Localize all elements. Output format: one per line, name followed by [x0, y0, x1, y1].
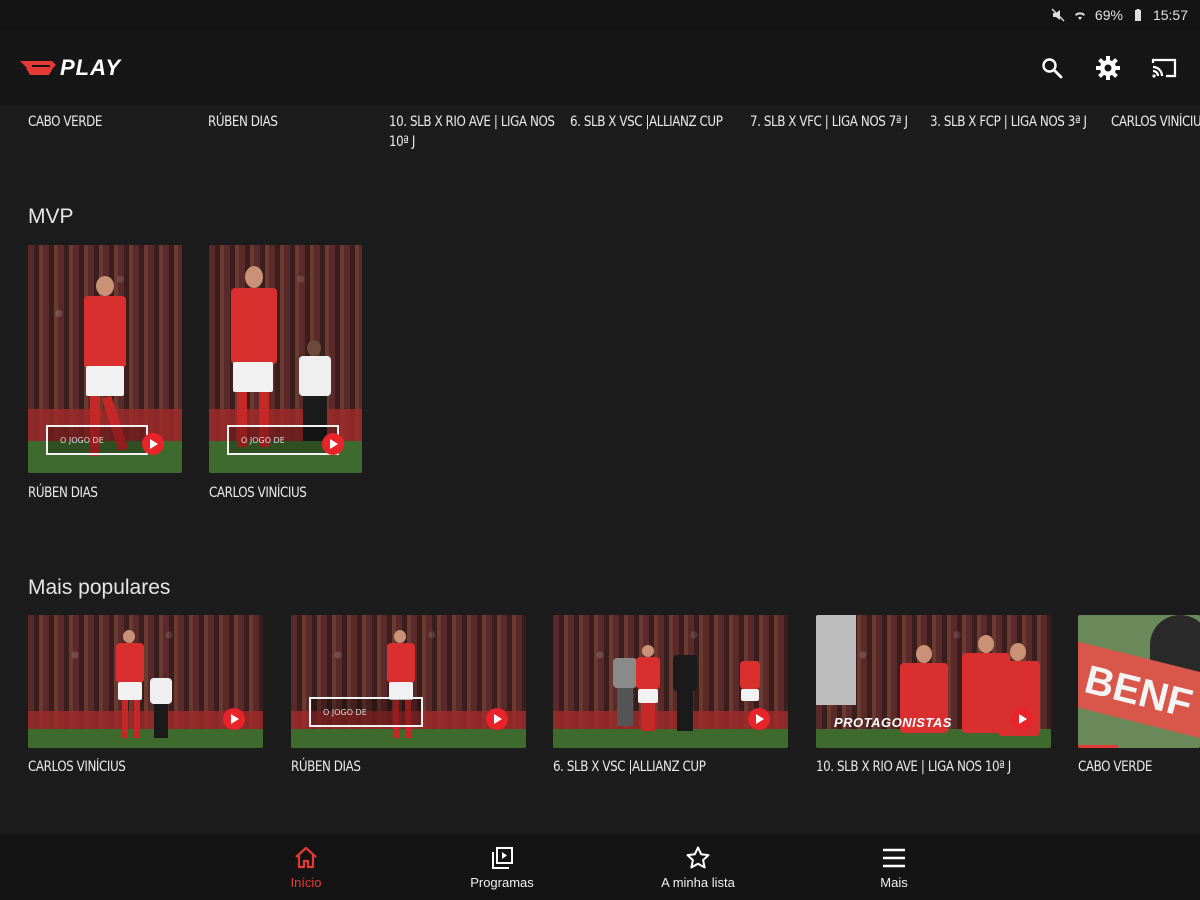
card-title: CARLOS VINÍCIUS: [209, 485, 307, 501]
card-title: RÚBEN DIAS: [291, 759, 361, 775]
mvp-card[interactable]: O JOGO DE CARLOS VINÍCIUS: [209, 245, 362, 501]
cast-icon: [1151, 58, 1177, 78]
play-icon: [1011, 708, 1033, 730]
carousel-item[interactable]: RÚBEN DIAS: [208, 112, 378, 132]
mute-icon: [1051, 8, 1065, 22]
play-icon: [142, 433, 164, 455]
game-tag: O JOGO DE: [309, 697, 423, 727]
settings-button[interactable]: [1092, 52, 1124, 84]
battery-percent: 69%: [1094, 7, 1123, 23]
item-title: RÚBEN DIAS: [208, 114, 278, 130]
play-icon: [486, 708, 508, 730]
home-icon: [295, 846, 317, 868]
popular-card[interactable]: O JOGO DE RÚBEN DIAS: [291, 615, 526, 775]
nav-my-list[interactable]: A minha lista: [600, 834, 796, 900]
carousel-item[interactable]: CARLOS VINÍCIUS: [1111, 112, 1200, 132]
watch-progress: [1078, 745, 1118, 748]
search-icon: [1042, 58, 1063, 79]
popular-card[interactable]: CARLOS VINÍCIUS: [28, 615, 263, 775]
search-button[interactable]: [1036, 52, 1068, 84]
card-title: 6. SLB X VSC |ALLIANZ CUP: [553, 759, 706, 775]
wifi-icon: [1074, 12, 1085, 20]
battery-icon: [1134, 9, 1141, 21]
card-title: 10. SLB X RIO AVE | LIGA NOS 10ª J: [816, 759, 1011, 775]
nav-label: A minha lista: [661, 874, 735, 890]
card-title: RÚBEN DIAS: [28, 485, 98, 501]
status-bar: 69% 15:57: [0, 0, 1200, 30]
video-thumbnail: BENF: [1078, 615, 1200, 748]
video-thumbnail: O JOGO DE: [28, 245, 182, 473]
programs-icon: [492, 846, 513, 869]
carousel-item[interactable]: CABO VERDE: [28, 112, 198, 132]
nav-label: Início: [290, 874, 322, 890]
clock: 15:57: [1152, 7, 1188, 23]
menu-icon: [883, 848, 905, 867]
nav-home[interactable]: Início: [208, 834, 404, 900]
item-title: CABO VERDE: [28, 114, 102, 130]
item-title: CARLOS VINÍCIUS: [1111, 114, 1200, 130]
settings-gear-icon: [1096, 56, 1120, 80]
video-thumbnail: [28, 615, 263, 748]
bottom-navigation: Início Programas A minha lista Mais: [0, 834, 1200, 900]
carousel-item[interactable]: 10. SLB X RIO AVE | LIGA NOS 10ª J: [389, 112, 559, 152]
popular-card[interactable]: PROTAGONISTAS 10. SLB X RIO AVE | LIGA N…: [816, 615, 1051, 775]
play-icon: [748, 708, 770, 730]
nav-more[interactable]: Mais: [796, 834, 992, 900]
item-title: 7. SLB X VFC | LIGA NOS 7ª J: [750, 114, 908, 130]
item-title: 3. SLB X FCP | LIGA NOS 3ª J: [930, 114, 1087, 130]
protagonistas-overlay: PROTAGONISTAS: [834, 715, 952, 730]
star-icon: [686, 846, 710, 868]
game-tag: O JOGO DE: [46, 425, 148, 455]
nav-programs[interactable]: Programas: [404, 834, 600, 900]
video-thumbnail: PROTAGONISTAS: [816, 615, 1051, 748]
nav-label: Programas: [470, 874, 534, 890]
section-title-mvp: MVP: [28, 205, 74, 228]
card-title: CARLOS VINÍCIUS: [28, 759, 126, 775]
previous-carousel-titles: CABO VERDE RÚBEN DIAS 10. SLB X RIO AVE …: [28, 112, 1200, 160]
cast-button[interactable]: [1148, 52, 1180, 84]
nav-label: Mais: [880, 874, 908, 890]
app-bar: PLAY: [0, 30, 1200, 106]
play-icon: [223, 708, 245, 730]
item-title: 6. SLB X VSC |ALLIANZ CUP: [570, 114, 723, 130]
carousel-item[interactable]: 3. SLB X FCP | LIGA NOS 3ª J: [930, 112, 1100, 132]
video-thumbnail: O JOGO DE: [291, 615, 526, 748]
section-title-popular: Mais populares: [28, 576, 171, 599]
carousel-item[interactable]: 6. SLB X VSC |ALLIANZ CUP: [570, 112, 740, 132]
carousel-item[interactable]: 7. SLB X VFC | LIGA NOS 7ª J: [750, 112, 920, 132]
mvp-card[interactable]: O JOGO DE RÚBEN DIAS: [28, 245, 182, 501]
logo-mark-icon: [20, 61, 56, 75]
logo-text: PLAY: [60, 55, 122, 80]
play-icon: [322, 433, 344, 455]
video-thumbnail: [553, 615, 788, 748]
popular-card[interactable]: 6. SLB X VSC |ALLIANZ CUP: [553, 615, 788, 775]
popular-card[interactable]: BENF CABO VERDE: [1078, 615, 1200, 775]
app-logo[interactable]: PLAY: [20, 55, 121, 81]
video-thumbnail: O JOGO DE: [209, 245, 362, 473]
card-title: CABO VERDE: [1078, 759, 1152, 775]
item-title: 10. SLB X RIO AVE | LIGA NOS 10ª J: [389, 114, 555, 150]
